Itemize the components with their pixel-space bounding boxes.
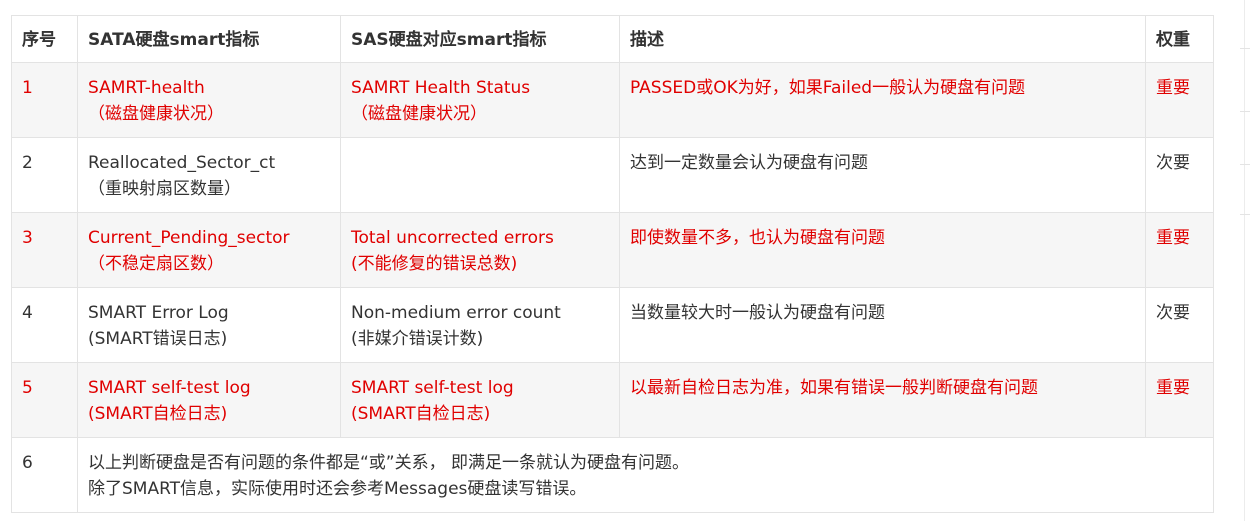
sas-indicator-name: Total uncorrected errors (351, 228, 554, 248)
note-line: 以上判断硬盘是否有问题的条件都是“或”关系， 即满足一条就认为硬盘有问题。 (88, 453, 690, 473)
sas-indicator-note: (SMART自检日志) (351, 404, 491, 424)
sata-indicator-note: (SMART错误日志) (88, 329, 228, 349)
header-sas-indicator: SAS硬盘对应smart指标 (340, 15, 620, 63)
table-row: 2 Reallocated_Sector_ct （重映射扇区数量） 达到一定数量… (11, 137, 1214, 213)
cell-weight: 次要 (1145, 287, 1214, 363)
sas-indicator-note: (不能修复的错误总数) (351, 254, 518, 274)
cell-sata: Current_Pending_sector （不稳定扇区数） (77, 212, 341, 288)
sata-indicator-name: SMART self-test log (88, 378, 251, 398)
cell-sas: SMART self-test log (SMART自检日志) (340, 362, 620, 438)
cell-no: 5 (11, 362, 78, 438)
sata-indicator-note: （重映射扇区数量） (88, 179, 241, 199)
table-note-row: 6 以上判断硬盘是否有问题的条件都是“或”关系， 即满足一条就认为硬盘有问题。 … (11, 437, 1214, 513)
page-edge-mark (1240, 111, 1250, 112)
header-weight: 权重 (1145, 15, 1214, 63)
table-row: 4 SMART Error Log (SMART错误日志) Non-medium… (11, 287, 1214, 363)
sata-indicator-note: （不稳定扇区数） (88, 254, 224, 274)
header-sata-indicator: SATA硬盘smart指标 (77, 15, 341, 63)
table-row: 5 SMART self-test log (SMART自检日志) SMART … (11, 362, 1214, 438)
note-line: 除了SMART信息，实际使用时还会参考Messages硬盘读写错误。 (88, 479, 587, 499)
cell-no: 1 (11, 62, 78, 138)
sata-indicator-name: SAMRT-health (88, 78, 205, 98)
cell-weight: 重要 (1145, 362, 1214, 438)
cell-no: 6 (11, 437, 78, 513)
cell-description: 当数量较大时一般认为硬盘有问题 (619, 287, 1146, 363)
cell-weight: 重要 (1145, 212, 1214, 288)
table-row: 1 SAMRT-health （磁盘健康状况） SAMRT Health Sta… (11, 62, 1214, 138)
table-row: 3 Current_Pending_sector （不稳定扇区数） Total … (11, 212, 1214, 288)
sas-indicator-name: SMART self-test log (351, 378, 514, 398)
cell-note: 以上判断硬盘是否有问题的条件都是“或”关系， 即满足一条就认为硬盘有问题。 除了… (77, 437, 1214, 513)
cell-weight: 次要 (1145, 137, 1214, 213)
sas-indicator-note: (非媒介错误计数) (351, 329, 484, 349)
cell-description: 即使数量不多，也认为硬盘有问题 (619, 212, 1146, 288)
cell-weight: 重要 (1145, 62, 1214, 138)
cell-sas: Non-medium error count (非媒介错误计数) (340, 287, 620, 363)
cell-sata: Reallocated_Sector_ct （重映射扇区数量） (77, 137, 341, 213)
header-description: 描述 (619, 15, 1146, 63)
cell-sata: SMART Error Log (SMART错误日志) (77, 287, 341, 363)
page-scroll-edge (1244, 0, 1245, 521)
cell-sata: SMART self-test log (SMART自检日志) (77, 362, 341, 438)
table-header-row: 序号 SATA硬盘smart指标 SAS硬盘对应smart指标 描述 权重 (11, 15, 1214, 63)
cell-no: 4 (11, 287, 78, 363)
page-edge-mark (1240, 164, 1250, 165)
sas-indicator-name: SAMRT Health Status (351, 78, 531, 98)
page: 序号 SATA硬盘smart指标 SAS硬盘对应smart指标 描述 权重 1 … (0, 0, 1250, 521)
cell-description: 以最新自检日志为准，如果有错误一般判断硬盘有问题 (619, 362, 1146, 438)
sata-indicator-name: Current_Pending_sector (88, 228, 290, 248)
header-no: 序号 (11, 15, 78, 63)
cell-description: 达到一定数量会认为硬盘有问题 (619, 137, 1146, 213)
cell-description: PASSED或OK为好，如果Failed一般认为硬盘有问题 (619, 62, 1146, 138)
cell-no: 2 (11, 137, 78, 213)
cell-sas: SAMRT Health Status （磁盘健康状况） (340, 62, 620, 138)
cell-sas: Total uncorrected errors (不能修复的错误总数) (340, 212, 620, 288)
sas-indicator-note: （磁盘健康状况） (351, 104, 487, 124)
cell-no: 3 (11, 212, 78, 288)
sata-indicator-note: (SMART自检日志) (88, 404, 228, 424)
smart-indicator-table: 序号 SATA硬盘smart指标 SAS硬盘对应smart指标 描述 权重 1 … (11, 15, 1214, 513)
sata-indicator-name: SMART Error Log (88, 303, 229, 323)
cell-sas (340, 137, 620, 213)
page-edge-mark (1240, 214, 1250, 215)
sata-indicator-name: Reallocated_Sector_ct (88, 153, 276, 173)
cell-sata: SAMRT-health （磁盘健康状况） (77, 62, 341, 138)
page-edge-mark (1240, 48, 1250, 49)
sata-indicator-note: （磁盘健康状况） (88, 104, 224, 124)
sas-indicator-name: Non-medium error count (351, 303, 561, 323)
